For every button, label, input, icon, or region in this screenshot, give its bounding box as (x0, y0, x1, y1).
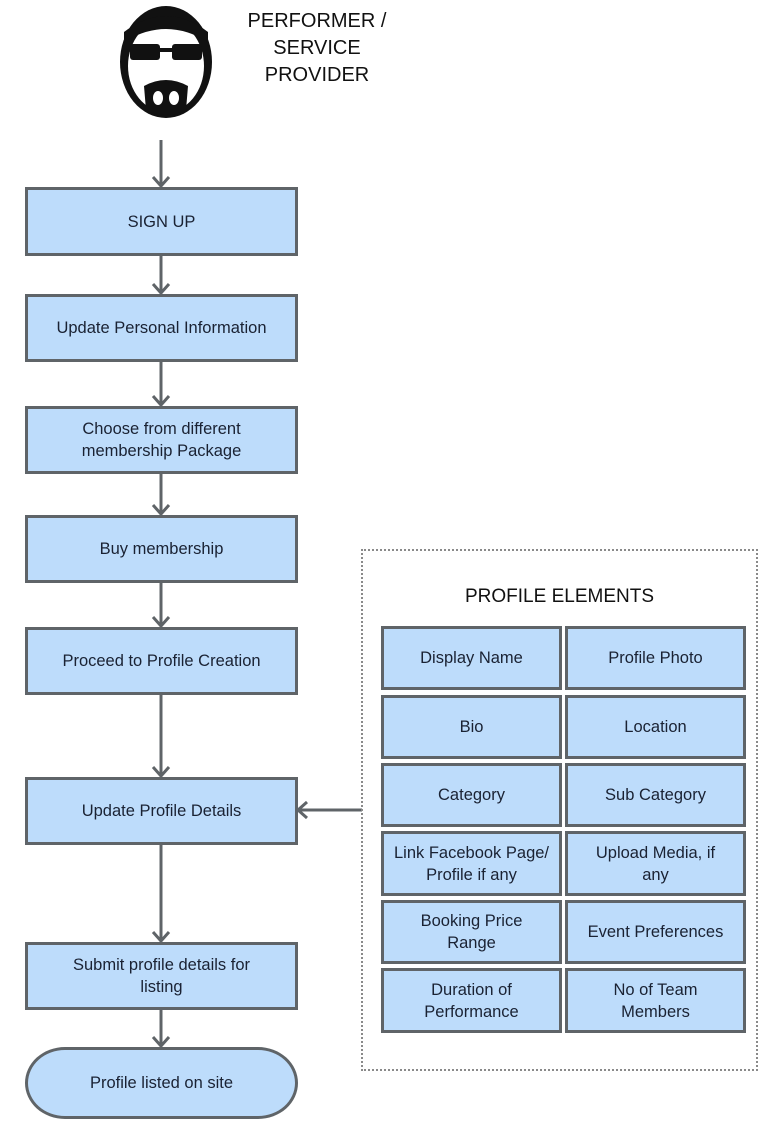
profile-element-no-of-team-members: No of Team Members (565, 968, 746, 1033)
profile-element-label: Link Facebook Page/ Profile if any (393, 843, 550, 884)
profile-element-duration-of-performance: Duration of Performance (381, 968, 562, 1033)
step-label: Proceed to Profile Creation (62, 652, 261, 670)
profile-element-display-name: Display Name (381, 626, 562, 690)
profile-element-event-preferences: Event Preferences (565, 900, 746, 964)
profile-element-location: Location (565, 695, 746, 759)
profile-element-sub-category: Sub Category (565, 763, 746, 827)
end-profile-listed: Profile listed on site (25, 1047, 298, 1119)
profile-element-label: Bio (459, 718, 484, 736)
profile-element-label: Upload Media, if any (595, 843, 716, 884)
step-label: SIGN UP (127, 212, 196, 231)
profile-element-bio: Bio (381, 695, 562, 759)
end-label: Profile listed on site (89, 1074, 234, 1092)
profile-element-profile-photo: Profile Photo (565, 626, 746, 690)
profile-element-label: Booking Price Range (420, 912, 523, 952)
profile-element-upload-media: Upload Media, if any (565, 831, 746, 896)
profile-element-label: Duration of Performance (424, 980, 519, 1021)
step-buy-membership: Buy membership (25, 515, 298, 583)
step-label: Buy membership (99, 540, 224, 558)
profile-element-label: Profile Photo (608, 649, 703, 667)
profile-element-label: Sub Category (605, 786, 706, 804)
step-submit-profile-details: Submit profile details for listing (25, 942, 298, 1010)
step-label: Update Profile Details (81, 802, 242, 820)
step-label: Submit profile details for listing (73, 956, 250, 996)
profile-element-category: Category (381, 763, 562, 827)
profile-element-label: Category (438, 786, 505, 804)
step-proceed-to-profile-creation: Proceed to Profile Creation (25, 627, 298, 695)
profile-element-booking-price-range: Booking Price Range (381, 900, 562, 964)
profile-elements-title: PROFILE ELEMENTS (465, 586, 654, 607)
step-label: Update Personal Information (56, 319, 267, 337)
profile-element-label: Location (624, 718, 687, 736)
profile-element-label: Display Name (420, 649, 523, 667)
step-choose-membership-package: Choose from different membership Package (25, 406, 298, 474)
step-sign-up: SIGN UP (25, 187, 298, 256)
profile-element-label: Event Preferences (587, 923, 724, 941)
step-update-personal-information: Update Personal Information (25, 294, 298, 362)
profile-element-label: No of Team Members (613, 980, 698, 1021)
profile-element-link-facebook: Link Facebook Page/ Profile if any (381, 831, 562, 896)
step-label: Choose from different membership Package (81, 420, 242, 460)
step-update-profile-details: Update Profile Details (25, 777, 298, 845)
